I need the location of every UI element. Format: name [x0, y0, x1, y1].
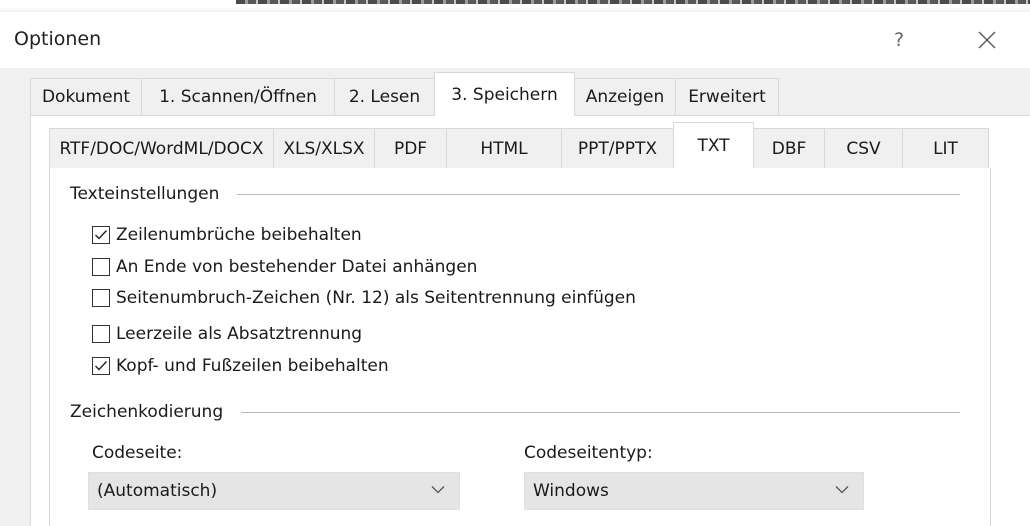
checkbox-label: Seitenumbruch-Zeichen (Nr. 12) als Seite… [116, 288, 636, 308]
background-window-strip [0, 0, 1030, 12]
checkbox-label: Leerzeile als Absatztrennung [116, 324, 363, 344]
checkbox-label: Zeilenumbrüche beibehalten [116, 225, 362, 245]
checkbox[interactable] [92, 357, 110, 375]
group-divider [237, 193, 960, 195]
codepage-type-label: Codeseitentyp: [524, 443, 653, 463]
checkbox[interactable] [92, 325, 110, 343]
codepage-select[interactable]: (Automatisch) [88, 472, 460, 510]
group-divider [241, 411, 960, 413]
option-blank-line-paragraph[interactable]: Leerzeile als Absatztrennung [92, 321, 362, 347]
txt-settings-page: Texteinstellungen Zeilenumbrüche beibeha… [49, 168, 991, 526]
checkbox-label: An Ende von bestehender Datei anhängen [116, 257, 478, 277]
check-icon [95, 361, 108, 371]
tab-erweitert[interactable]: Erweitert [675, 78, 779, 115]
tab-txt[interactable]: TXT [673, 122, 754, 168]
checkbox[interactable] [92, 226, 110, 244]
option-keep-headers-footers[interactable]: Kopf- und Fußzeilen beibehalten [92, 353, 389, 379]
text-settings-group: Texteinstellungen [70, 184, 960, 204]
codepage-type-select[interactable]: Windows [524, 472, 864, 510]
option-keep-line-breaks[interactable]: Zeilenumbrüche beibehalten [92, 222, 362, 248]
tab-speichern[interactable]: 3. Speichern [434, 72, 575, 116]
checkbox-label: Kopf- und Fußzeilen beibehalten [116, 356, 389, 376]
codepage-label: Codeseite: [92, 443, 183, 463]
codepage-value: (Automatisch) [97, 481, 218, 501]
tab-csv[interactable]: CSV [824, 128, 903, 168]
tab-dbf[interactable]: DBF [753, 128, 825, 168]
checkbox[interactable] [92, 258, 110, 276]
tab-scannen-oeffnen[interactable]: 1. Scannen/Öffnen [141, 78, 335, 115]
checkbox[interactable] [92, 289, 110, 307]
tab-anzeigen[interactable]: Anzeigen [574, 78, 676, 115]
close-icon [978, 31, 996, 49]
option-append-to-file[interactable]: An Ende von bestehender Datei anhängen [92, 254, 477, 280]
codepage-type-value: Windows [533, 481, 609, 501]
encoding-header: Zeichenkodierung [70, 402, 224, 422]
encoding-group: Zeichenkodierung [70, 402, 960, 422]
title-bar: Optionen ? [0, 12, 1030, 68]
main-tab-bar: Dokument 1. Scannen/Öffnen 2. Lesen 3. S… [0, 68, 1030, 116]
dialog-title: Optionen [14, 28, 102, 50]
text-settings-header: Texteinstellungen [70, 184, 220, 204]
save-options-panel: RTF/DOC/WordML/DOCX XLS/XLSX PDF HTML PP… [30, 116, 1030, 526]
help-button[interactable]: ? [866, 18, 932, 62]
check-icon [95, 230, 108, 240]
tab-lesen[interactable]: 2. Lesen [334, 78, 435, 115]
tab-xls[interactable]: XLS/XLSX [273, 128, 375, 168]
tab-ppt[interactable]: PPT/PPTX [561, 128, 674, 168]
options-dialog: Optionen ? Dokument 1. Scannen/Öffnen 2.… [0, 0, 1030, 526]
close-button[interactable] [952, 18, 1022, 62]
chevron-down-icon [431, 486, 445, 494]
tab-dokument[interactable]: Dokument [30, 78, 142, 115]
format-tab-bar: RTF/DOC/WordML/DOCX XLS/XLSX PDF HTML PP… [31, 116, 1030, 168]
chevron-down-icon [835, 486, 849, 494]
tab-pdf[interactable]: PDF [374, 128, 447, 168]
tab-lit[interactable]: LIT [902, 128, 989, 168]
tab-rtf-doc[interactable]: RTF/DOC/WordML/DOCX [49, 128, 274, 168]
option-page-break-char[interactable]: Seitenumbruch-Zeichen (Nr. 12) als Seite… [92, 285, 636, 311]
tab-html[interactable]: HTML [446, 128, 562, 168]
